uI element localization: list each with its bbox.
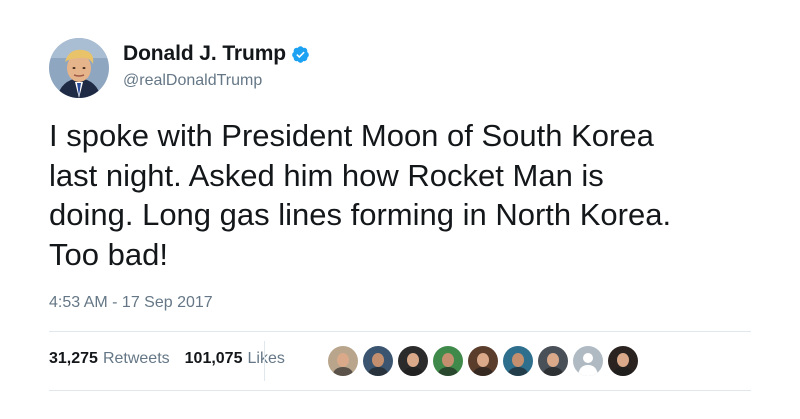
user-avatar-1-icon[interactable]: [328, 346, 358, 376]
user-avatar-3-icon[interactable]: [398, 346, 428, 376]
user-avatar-9-icon[interactable]: [608, 346, 638, 376]
tweet-stats: 31,275 Retweets 101,075 Likes: [49, 350, 285, 368]
stats-separator: [264, 341, 265, 381]
divider-top: [49, 331, 751, 332]
retweets-label: Retweets: [102, 350, 170, 367]
author-info: Donald J. Trump @realDonaldTrump: [123, 41, 310, 90]
default-avatar-icon[interactable]: [573, 346, 603, 376]
user-avatar-2-icon[interactable]: [363, 346, 393, 376]
user-avatar-7-icon[interactable]: [538, 346, 568, 376]
author-display-name[interactable]: Donald J. Trump: [123, 42, 286, 66]
likes-label: Likes: [247, 350, 285, 367]
likes-stat[interactable]: 101,075 Likes: [185, 350, 285, 368]
likes-count: 101,075: [184, 350, 243, 367]
author-handle[interactable]: @realDonaldTrump: [123, 72, 310, 90]
author-avatar-image: [49, 38, 109, 98]
divider-bottom: [49, 390, 751, 391]
user-avatar-5-icon[interactable]: [468, 346, 498, 376]
tweet-timestamp[interactable]: 4:53 AM - 17 Sep 2017: [49, 294, 213, 312]
retweets-count: 31,275: [49, 350, 98, 367]
user-avatar-4-icon[interactable]: [433, 346, 463, 376]
tweet-text: I spoke with President Moon of South Kor…: [49, 118, 672, 272]
author-name-row: Donald J. Trump: [123, 41, 310, 67]
author-avatar[interactable]: [49, 38, 109, 98]
verified-badge-icon: [291, 45, 310, 64]
user-avatar-6-icon[interactable]: [503, 346, 533, 376]
retweets-stat[interactable]: 31,275 Retweets: [49, 350, 170, 368]
tweet-card: Donald J. Trump @realDonaldTrump I spoke…: [0, 0, 800, 419]
liker-avatars: [328, 346, 643, 376]
